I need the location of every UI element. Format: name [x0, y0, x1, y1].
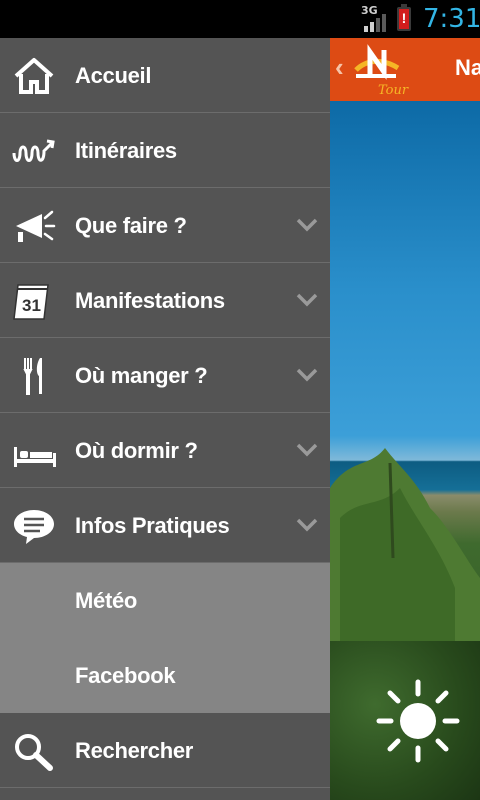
drawer-subitem-label: Facebook — [75, 663, 176, 688]
drawer-item-label: Rechercher — [75, 738, 194, 763]
app-bar: ‹ Tour Na — [330, 38, 480, 101]
drawer-item-infos-pratiques[interactable]: Infos Pratiques — [0, 488, 330, 563]
drawer-item-label: Où manger ? — [75, 363, 208, 388]
drawer-item-label: Accueil — [75, 63, 152, 88]
drawer-item-que-faire[interactable]: Que faire ? — [0, 188, 330, 263]
clock: 7:31 — [423, 4, 480, 34]
main-content: ‹ Tour Na — [330, 38, 480, 800]
app-logo[interactable]: Tour — [350, 44, 420, 98]
cutlery-icon — [23, 358, 42, 395]
drawer-subitem-facebook[interactable]: Facebook — [0, 638, 330, 713]
drawer-back-icon[interactable]: ‹ — [335, 52, 344, 83]
drawer-subitem-meteo[interactable]: Météo — [0, 563, 330, 638]
megaphone-icon — [16, 210, 56, 242]
drawer-subitem-label: Météo — [75, 588, 138, 613]
svg-text:Tour: Tour — [378, 83, 409, 98]
sun-icon[interactable] — [375, 678, 461, 764]
chevron-down-icon[interactable] — [296, 217, 318, 233]
drawer-item-label: Itinéraires — [75, 138, 177, 163]
chevron-down-icon[interactable] — [296, 367, 318, 383]
drawer-item-ou-dormir[interactable]: Où dormir ? — [0, 413, 330, 488]
drawer-item-itineraires[interactable]: Itinéraires — [0, 113, 330, 188]
tree-foliage — [330, 448, 480, 648]
calendar-icon: 31 — [13, 284, 49, 320]
route-icon — [12, 139, 55, 162]
drawer-item-ou-manger[interactable]: Où manger ? — [0, 338, 330, 413]
drawer-item-accueil[interactable]: Accueil — [0, 38, 330, 113]
drawer-item-rechercher[interactable]: Rechercher — [0, 713, 330, 788]
navigation-drawer: Accueil Itinéraires Que faire ? 31 Manif… — [0, 38, 330, 800]
chevron-down-icon[interactable] — [296, 292, 318, 308]
search-icon — [15, 734, 53, 771]
speech-bubble-icon — [14, 510, 54, 544]
svg-text:31: 31 — [22, 296, 41, 315]
battery-icon: ! — [397, 4, 411, 31]
drawer-item-label: Manifestations — [75, 288, 225, 313]
signal-icon — [364, 14, 386, 32]
drawer-item-label: Où dormir ? — [75, 438, 198, 463]
drawer-item-label: Que faire ? — [75, 213, 187, 238]
drawer-item-label: Infos Pratiques — [75, 513, 230, 538]
status-bar: 3G ! 7:31 — [0, 0, 480, 38]
bed-icon — [14, 447, 56, 467]
page-title: Na — [455, 55, 480, 80]
home-icon — [14, 58, 54, 94]
drawer-item-manifestations[interactable]: 31 Manifestations — [0, 263, 330, 338]
chevron-down-icon[interactable] — [296, 517, 318, 533]
chevron-down-icon[interactable] — [296, 442, 318, 458]
